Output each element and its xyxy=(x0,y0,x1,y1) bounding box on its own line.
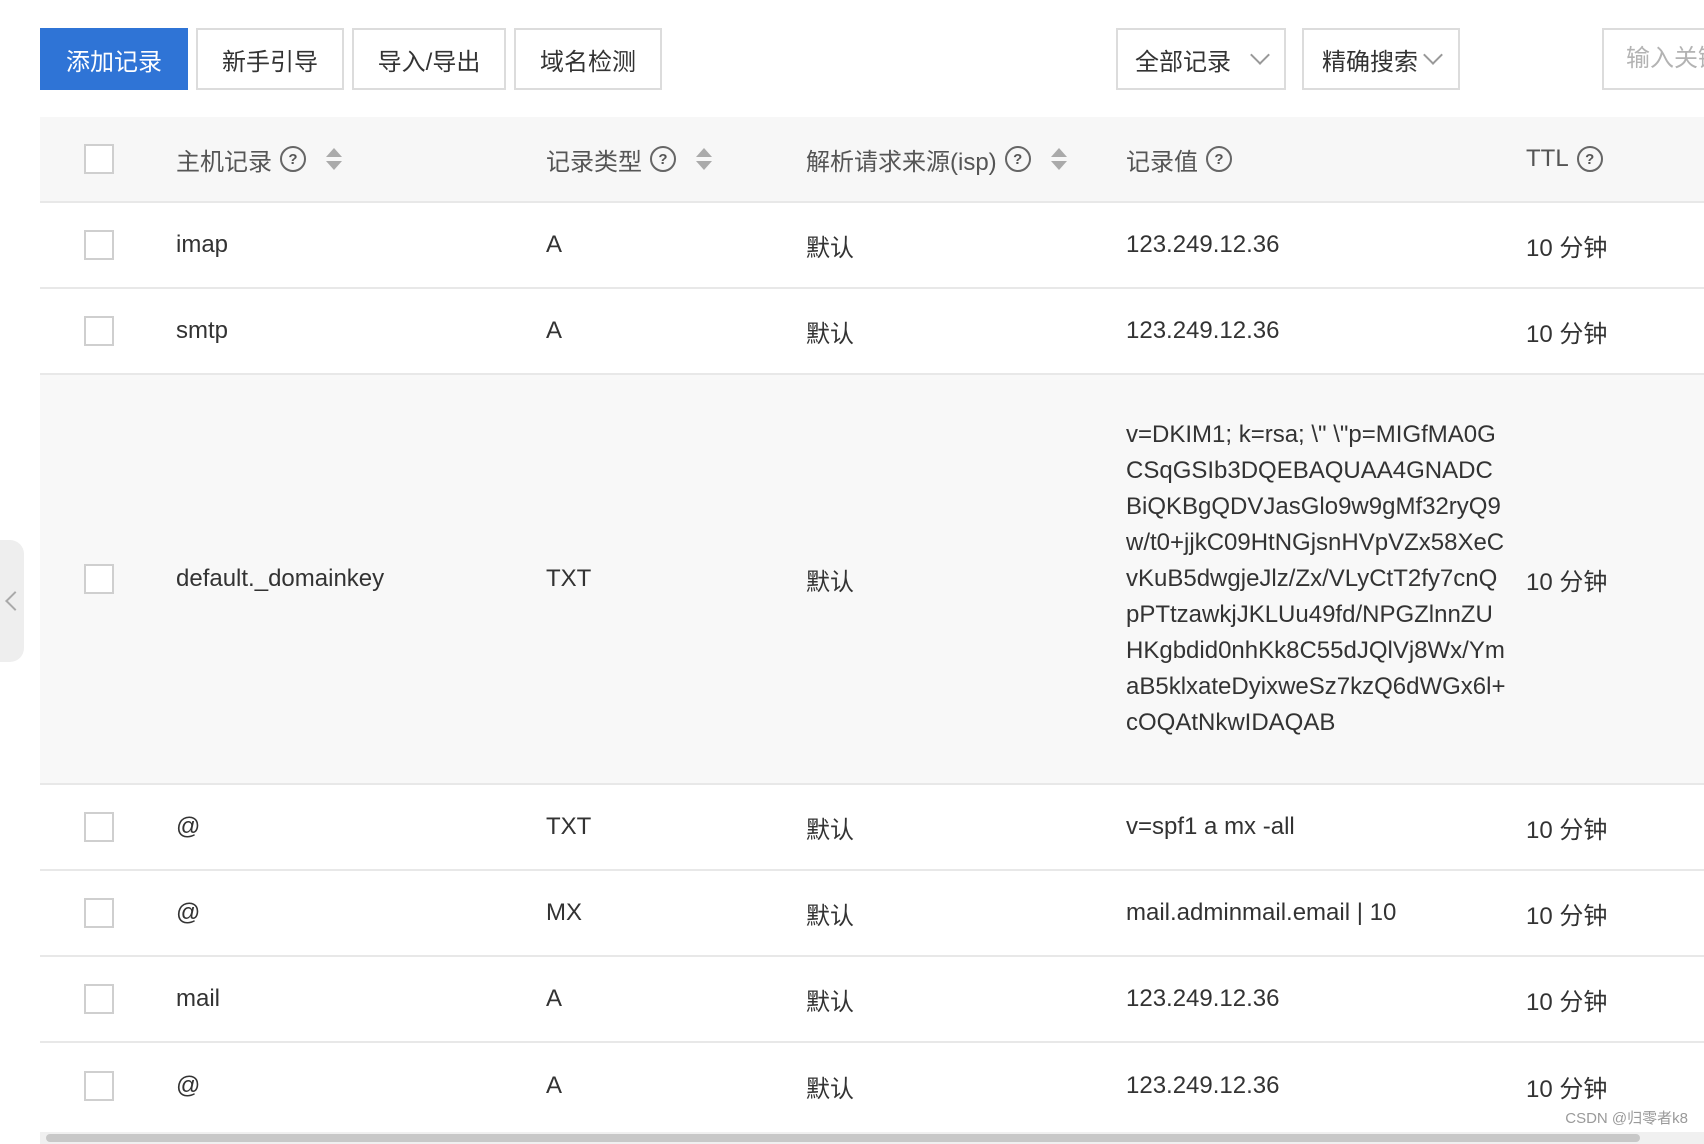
row-checkbox[interactable] xyxy=(84,564,114,594)
dns-records-table: 主机记录 ? 记录类型 ? 解析请求来源(isp) ? 记录值 ? TTL ? … xyxy=(40,117,1704,1129)
sort-icon[interactable] xyxy=(696,148,712,170)
host-cell: @ xyxy=(176,899,201,926)
type-cell: A xyxy=(546,317,563,344)
table-row: default._domainkey TXT 默认 v=DKIM1; k=rsa… xyxy=(40,375,1704,785)
host-cell: @ xyxy=(176,1072,201,1099)
ttl-cell: 10 分钟 xyxy=(1526,234,1608,262)
import-export-button[interactable]: 导入/导出 xyxy=(352,28,506,90)
table-row: @ TXT 默认 v=spf1 a mx -all 10 分钟 xyxy=(40,785,1704,871)
isp-cell: 默认 xyxy=(806,234,854,262)
sort-icon[interactable] xyxy=(1050,148,1067,170)
row-checkbox[interactable] xyxy=(84,316,114,346)
sort-icon[interactable] xyxy=(326,148,342,170)
add-record-button[interactable]: 添加记录 xyxy=(40,28,188,90)
search-mode-dropdown[interactable]: 精确搜索 xyxy=(1302,28,1460,90)
isp-cell: 默认 xyxy=(806,816,854,844)
host-cell: mail xyxy=(176,985,221,1012)
record-filter-label: 全部记录 xyxy=(1135,48,1231,76)
value-cell: 123.249.12.36 xyxy=(1126,985,1280,1012)
chevron-down-icon xyxy=(1423,45,1443,65)
row-checkbox[interactable] xyxy=(84,984,114,1014)
host-cell: imap xyxy=(176,231,229,258)
value-cell: 123.249.12.36 xyxy=(1126,231,1280,258)
row-checkbox[interactable] xyxy=(84,812,114,842)
chevron-down-icon xyxy=(1250,45,1270,65)
host-cell: default._domainkey xyxy=(176,565,385,592)
ttl-cell: 10 分钟 xyxy=(1526,988,1608,1016)
help-icon[interactable]: ? xyxy=(1004,146,1031,172)
column-header-type: 记录类型 xyxy=(546,148,642,176)
host-cell: smtp xyxy=(176,317,229,344)
table-row: imap A 默认 123.249.12.36 10 分钟 xyxy=(40,203,1704,289)
value-cell: 123.249.12.36 xyxy=(1126,1072,1280,1099)
table-row: mail A 默认 123.249.12.36 10 分钟 xyxy=(40,957,1704,1043)
value-cell: v=spf1 a mx -all xyxy=(1126,813,1295,840)
search-mode-label: 精确搜索 xyxy=(1322,48,1418,76)
host-cell: @ xyxy=(176,813,201,840)
type-cell: A xyxy=(546,231,563,258)
help-icon[interactable]: ? xyxy=(1576,146,1603,172)
help-icon[interactable]: ? xyxy=(1206,146,1232,172)
sidebar-collapse-handle[interactable] xyxy=(0,540,25,662)
ttl-cell: 10 分钟 xyxy=(1526,320,1608,348)
type-cell: A xyxy=(546,1072,563,1099)
record-filter-dropdown[interactable]: 全部记录 xyxy=(1116,28,1286,90)
type-cell: TXT xyxy=(546,565,592,592)
column-header-value: 记录值 xyxy=(1126,148,1198,176)
select-all-checkbox[interactable] xyxy=(84,144,114,174)
value-cell: 123.249.12.36 xyxy=(1126,317,1280,344)
type-cell: TXT xyxy=(546,813,592,840)
table-row: smtp A 默认 123.249.12.36 10 分钟 xyxy=(40,289,1704,375)
table-header: 主机记录 ? 记录类型 ? 解析请求来源(isp) ? 记录值 ? TTL ? xyxy=(40,117,1704,203)
ttl-cell: 10 分钟 xyxy=(1526,568,1608,596)
ttl-cell: 10 分钟 xyxy=(1526,902,1608,930)
value-cell: mail.adminmail.email | 10 xyxy=(1126,899,1397,926)
table-row: @ A 默认 123.249.12.36 10 分钟 xyxy=(40,1043,1704,1129)
type-cell: A xyxy=(546,985,563,1012)
row-checkbox[interactable] xyxy=(84,1071,114,1101)
scrollbar-thumb[interactable] xyxy=(46,1134,1640,1142)
isp-cell: 默认 xyxy=(806,320,854,348)
guide-button[interactable]: 新手引导 xyxy=(196,28,344,90)
value-cell: v=DKIM1; k=rsa; \" \"p=MIGfMA0GCSqGSIb3D… xyxy=(1126,421,1506,736)
help-icon[interactable]: ? xyxy=(280,146,306,172)
chevron-left-icon xyxy=(5,591,25,611)
isp-cell: 默认 xyxy=(806,902,854,930)
row-checkbox[interactable] xyxy=(84,898,114,928)
search-input[interactable] xyxy=(1602,28,1704,90)
type-cell: MX xyxy=(546,899,582,926)
column-header-host: 主机记录 xyxy=(176,148,272,176)
watermark: CSDN @归零者k8 xyxy=(1565,1110,1688,1127)
column-header-isp: 解析请求来源(isp) xyxy=(806,148,997,176)
help-icon[interactable]: ? xyxy=(650,146,676,172)
domain-check-button[interactable]: 域名检测 xyxy=(514,28,662,90)
isp-cell: 默认 xyxy=(806,568,854,596)
table-row: @ MX 默认 mail.adminmail.email | 10 10 分钟 xyxy=(40,871,1704,957)
row-checkbox[interactable] xyxy=(84,230,114,260)
horizontal-scrollbar[interactable] xyxy=(40,1132,1704,1144)
isp-cell: 默认 xyxy=(806,988,854,1016)
column-header-ttl: TTL xyxy=(1526,145,1569,172)
ttl-cell: 10 分钟 xyxy=(1526,816,1608,844)
isp-cell: 默认 xyxy=(806,1075,854,1103)
